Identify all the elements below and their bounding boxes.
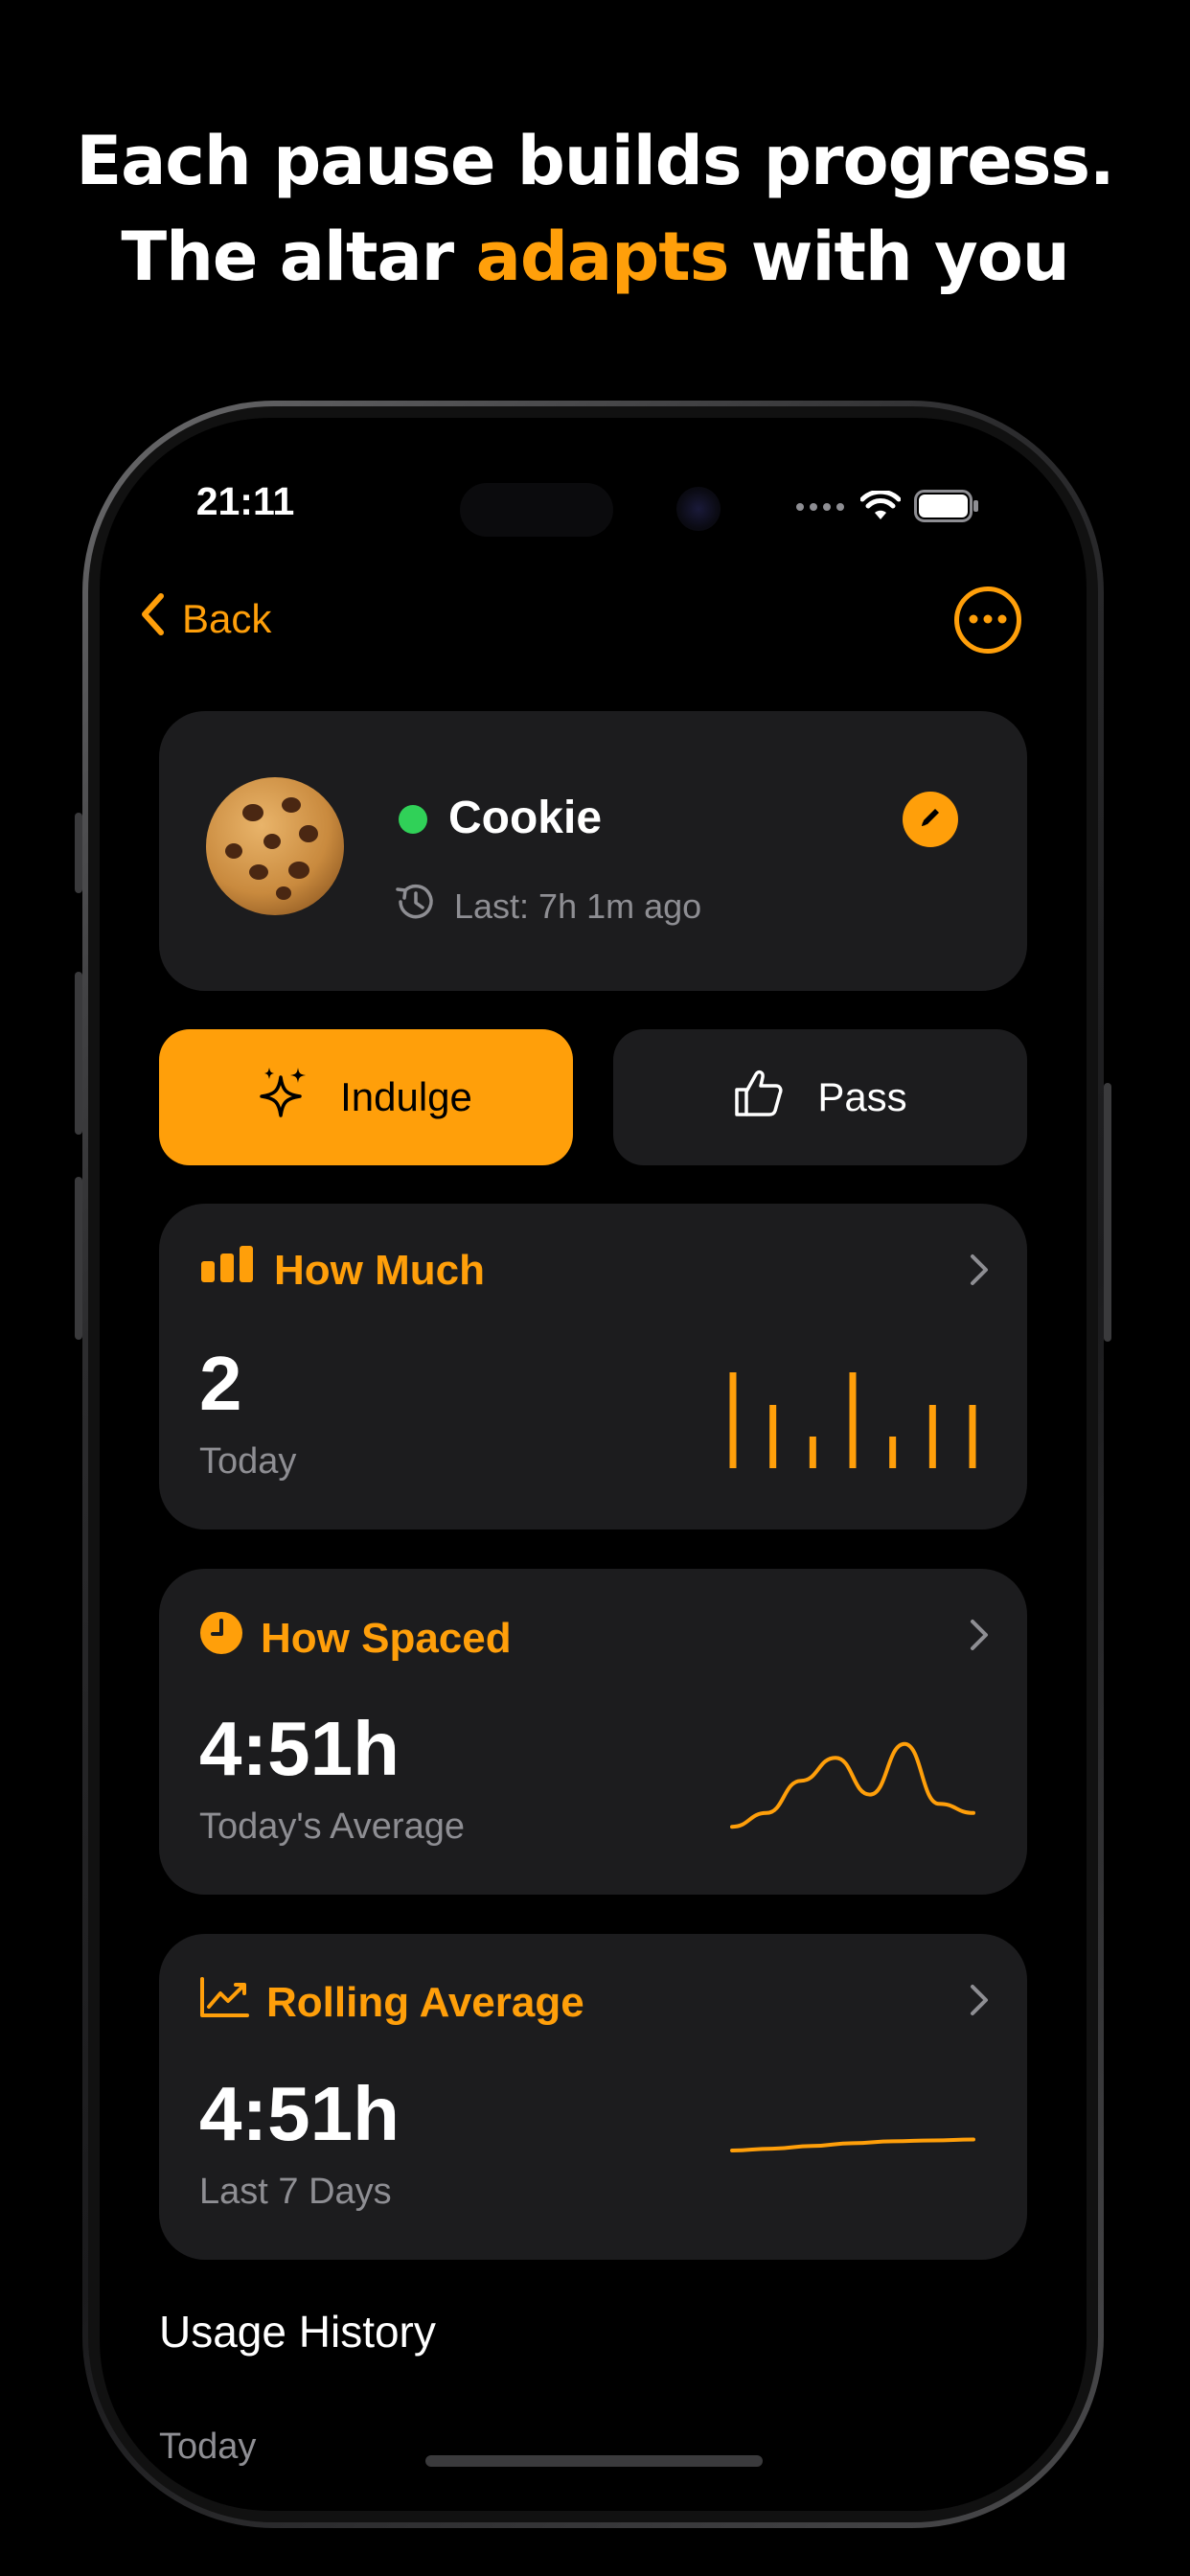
volume-down-button — [75, 1177, 82, 1340]
signal-dots-icon — [795, 499, 847, 517]
spark-line — [730, 2137, 975, 2152]
last-used-row: Last: 7h 1m ago — [393, 880, 701, 932]
clock-icon — [199, 1611, 243, 1666]
chevron-right-icon — [970, 1984, 989, 2021]
cookie-icon — [203, 774, 347, 918]
more-options-button[interactable] — [954, 586, 1021, 654]
rolling-average-value: 4:51h — [199, 2071, 400, 2156]
edit-button[interactable] — [903, 792, 958, 847]
back-button[interactable]: Back — [140, 592, 271, 646]
pass-button[interactable]: Pass — [613, 1029, 1027, 1165]
how-much-title: How Much — [274, 1246, 485, 1294]
chevron-right-icon — [970, 1254, 989, 1291]
dynamic-island — [460, 483, 613, 537]
headline: Each pause builds progress. The altar ad… — [0, 113, 1190, 305]
how-spaced-sparkline — [730, 1741, 975, 1829]
pencil-icon — [916, 803, 945, 837]
status-dot — [399, 805, 427, 834]
item-name: Cookie — [448, 793, 603, 843]
how-spaced-title: How Spaced — [261, 1614, 512, 1662]
how-much-sparkline — [729, 1372, 976, 1468]
history-group-today: Today — [159, 2426, 257, 2467]
headline-line-1: Each pause builds progress. — [76, 122, 1114, 200]
volume-up-button — [75, 972, 82, 1135]
action-button — [75, 813, 82, 893]
indulge-button[interactable]: Indulge — [159, 1029, 573, 1165]
rolling-average-card[interactable]: Rolling Average 4:51h Last 7 Days — [159, 1934, 1027, 2260]
pass-label: Pass — [817, 1074, 907, 1119]
how-spaced-header: How Spaced — [199, 1611, 512, 1666]
power-button — [1104, 1083, 1111, 1342]
how-spaced-value: 4:51h — [199, 1706, 400, 1791]
how-much-card[interactable]: How Much 2 Today — [159, 1204, 1027, 1530]
history-icon — [393, 880, 437, 932]
last-used-text: Last: 7h 1m ago — [454, 886, 702, 926]
status-icons — [795, 489, 979, 527]
front-camera — [676, 487, 721, 531]
bar-chart-icon — [199, 1246, 257, 1295]
wifi-icon — [859, 489, 902, 526]
indulge-label: Indulge — [340, 1074, 472, 1119]
how-much-value: 2 — [199, 1341, 242, 1426]
battery-icon — [914, 489, 979, 527]
rolling-average-sparkline — [730, 2137, 975, 2152]
chevron-right-icon — [970, 1619, 989, 1656]
rolling-average-header: Rolling Average — [199, 1976, 584, 2029]
item-card: Cookie Last: 7h 1m ago — [159, 711, 1027, 991]
headline-accent: adapts — [475, 218, 730, 296]
ellipsis-icon — [969, 611, 1007, 629]
chevron-left-icon — [140, 592, 165, 646]
how-much-header: How Much — [199, 1246, 485, 1295]
status-time: 21:11 — [195, 479, 295, 523]
headline-line-2: The altar adapts with you — [0, 209, 1190, 305]
back-label: Back — [182, 596, 272, 641]
how-much-label: Today — [199, 1441, 297, 1482]
headline-text: The altar — [121, 218, 476, 296]
home-indicator[interactable] — [425, 2455, 763, 2467]
rolling-average-title: Rolling Average — [266, 1978, 584, 2026]
headline-text-end: with you — [728, 218, 1070, 296]
thumbs-up-icon — [733, 1067, 785, 1128]
how-spaced-label: Today's Average — [199, 1806, 465, 1847]
rolling-average-label: Last 7 Days — [199, 2172, 392, 2212]
trend-icon — [199, 1976, 249, 2029]
usage-history-title: Usage History — [159, 2307, 436, 2357]
how-spaced-card[interactable]: How Spaced 4:51h Today's Average — [159, 1569, 1027, 1895]
sparkles-icon — [260, 1066, 308, 1129]
spark-line — [730, 1741, 975, 1829]
